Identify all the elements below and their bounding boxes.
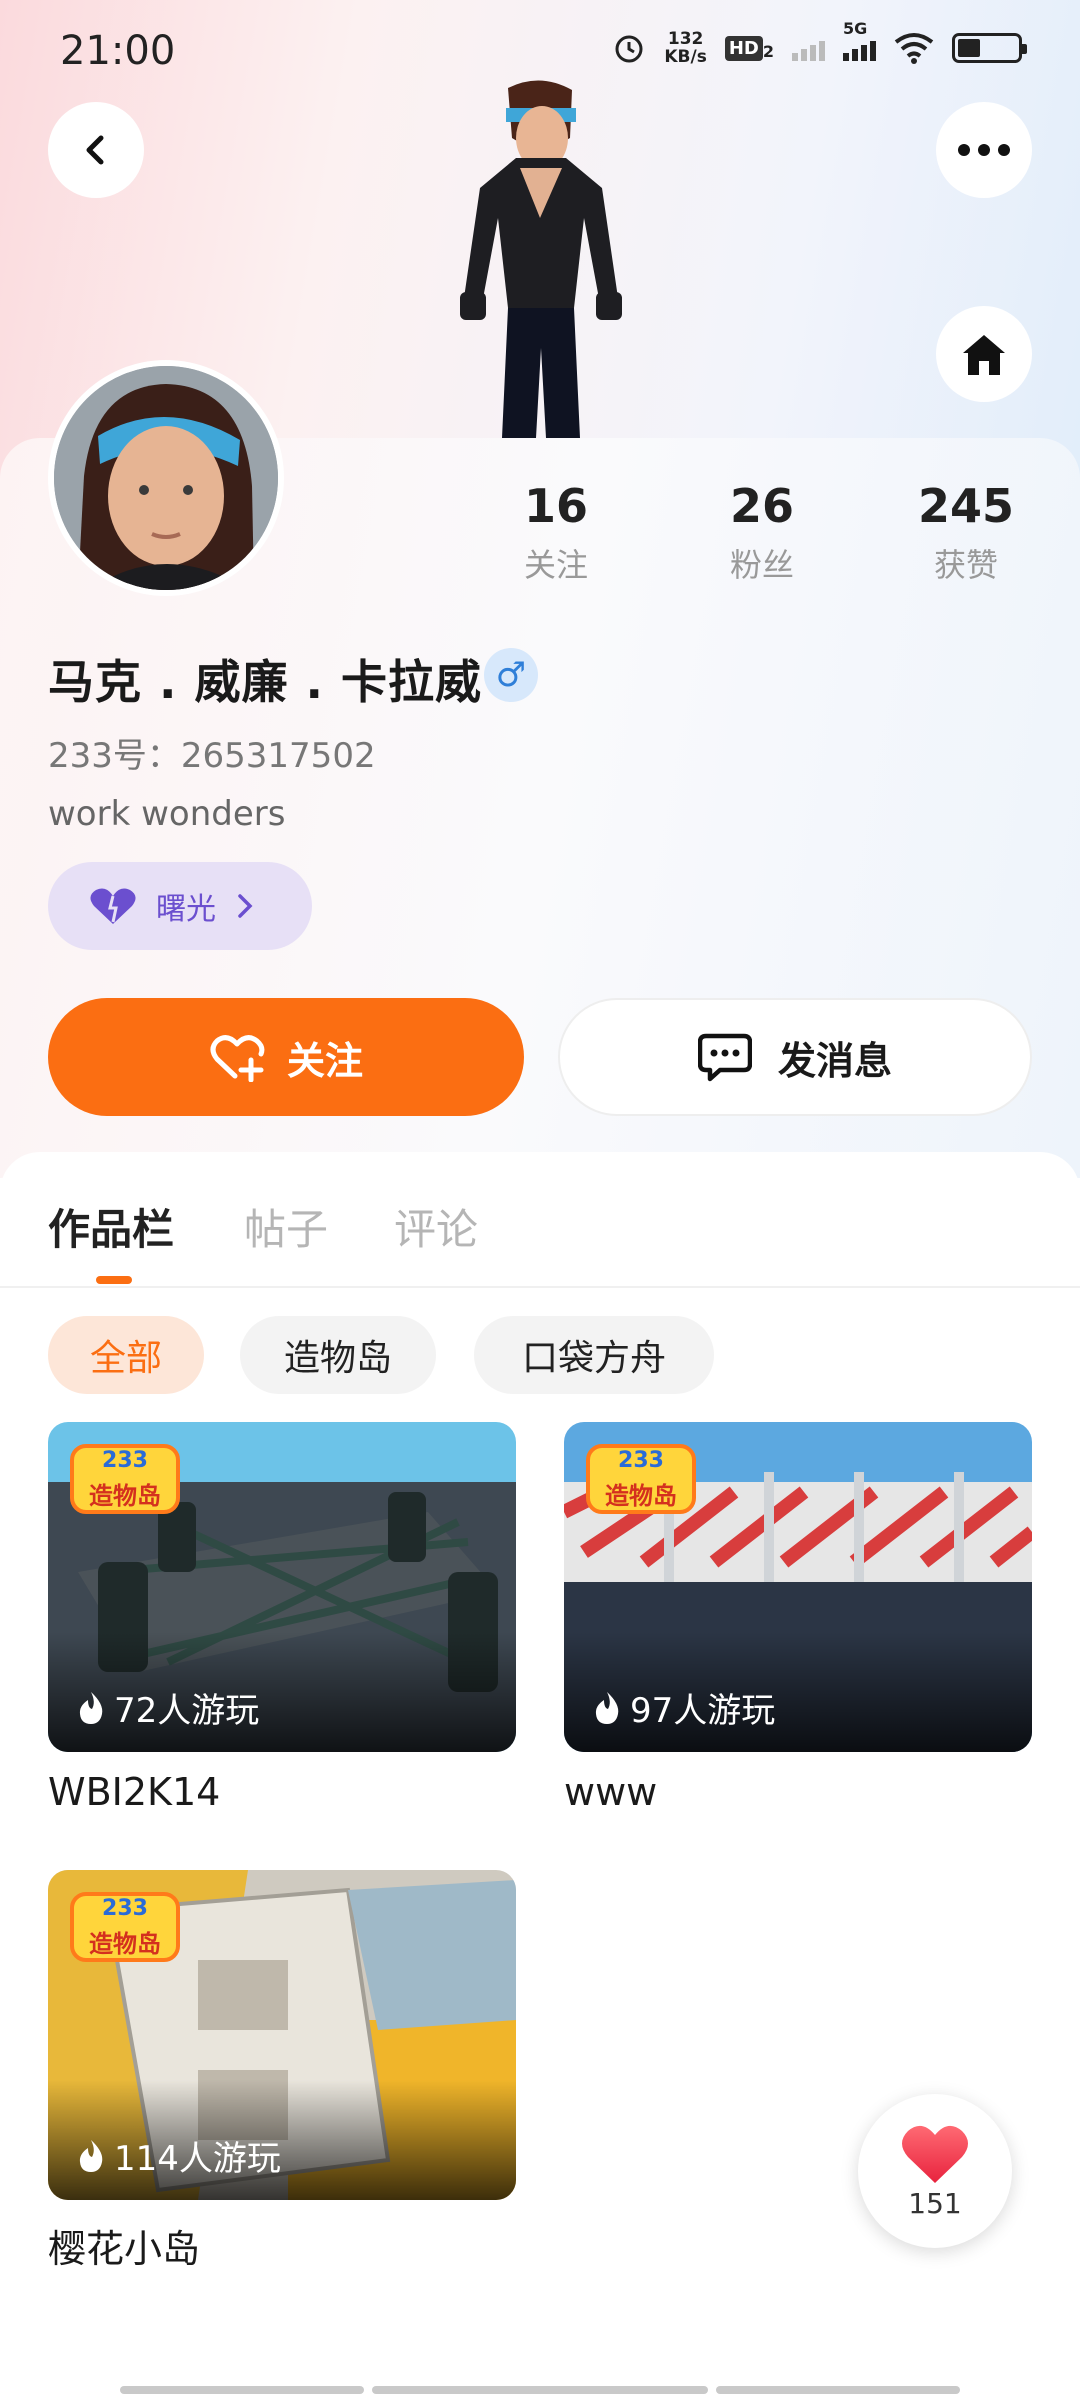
signal-icon-sim1	[792, 35, 825, 61]
send-message-button[interactable]: 发消息	[558, 998, 1032, 1116]
play-count-text: 97人游玩	[630, 1691, 776, 1731]
flame-icon	[595, 1691, 619, 1724]
avatar-portrait	[54, 366, 278, 590]
battery-icon	[952, 33, 1027, 63]
heart-plus-icon	[210, 1035, 265, 1082]
filter-chip-all[interactable]: 全部	[48, 1316, 204, 1394]
flame-icon	[79, 1691, 103, 1724]
wifi-icon	[894, 33, 934, 64]
play-count-text: 72人游玩	[114, 1691, 260, 1731]
work-card[interactable]: 233 造物岛 114人游玩 樱花小岛	[48, 1870, 516, 2273]
status-icons: 132 KB/s HD 2 5G	[612, 19, 1027, 66]
tab-works[interactable]: 作品栏	[48, 1196, 174, 1257]
back-button[interactable]	[48, 102, 144, 198]
play-count: 97人游玩	[592, 1683, 775, 1732]
network-speed: 132 KB/s	[664, 30, 706, 66]
badge-bottom: 造物岛	[605, 1482, 677, 1510]
active-tab-indicator	[96, 1276, 132, 1284]
hd-label: HD	[724, 35, 763, 61]
stat-value: 16	[523, 479, 588, 533]
filter-chip-creation-island[interactable]: 造物岛	[240, 1316, 436, 1394]
stat-value: 26	[729, 479, 794, 533]
user-bio: work wonders	[48, 794, 286, 834]
network-speed-value: 132	[667, 29, 704, 49]
tag-label: 曙光	[156, 892, 216, 927]
hd-indicator: HD 2	[724, 35, 774, 61]
stat-following[interactable]: 16 关注	[476, 478, 636, 586]
gesture-bar-left	[120, 2386, 364, 2394]
work-title: 樱花小岛	[48, 2227, 201, 2271]
filter-chip-pocket-ark[interactable]: 口袋方舟	[474, 1316, 714, 1394]
gender-badge: ♂	[484, 648, 538, 702]
tab-comments[interactable]: 评论	[394, 1196, 478, 1257]
badge-top: 233	[618, 1448, 664, 1473]
badge-bottom: 造物岛	[89, 1482, 161, 1510]
user-id: 233号：265317502	[48, 736, 376, 776]
more-dots-icon	[958, 144, 1010, 156]
profile-name: 马克 . 威廉 . 卡拉威	[48, 655, 483, 709]
stat-likes[interactable]: 245 获赞	[886, 478, 1046, 586]
network-type: 5G	[843, 19, 868, 38]
hd-sub: 2	[762, 41, 774, 61]
stat-value: 245	[917, 479, 1015, 533]
male-icon: ♂	[495, 655, 527, 695]
game-badge: 233 造物岛	[70, 1444, 180, 1514]
stat-label: 关注	[523, 546, 588, 584]
game-badge: 233 造物岛	[586, 1444, 696, 1514]
stat-followers[interactable]: 26 粉丝	[682, 478, 842, 586]
play-count: 114人游玩	[76, 2131, 281, 2180]
stat-label: 获赞	[933, 546, 998, 584]
play-count: 72人游玩	[76, 1683, 259, 1732]
work-card[interactable]: 233 造物岛 72人游玩 WBI2K14	[48, 1422, 516, 1814]
home-icon	[963, 335, 1005, 375]
like-button[interactable]: 151	[858, 2094, 1012, 2248]
stat-label: 粉丝	[729, 546, 794, 584]
work-title: WBI2K14	[48, 1770, 221, 1814]
signal-icon-5g: 5G	[843, 19, 876, 61]
flame-icon	[79, 2139, 103, 2172]
alarm-icon	[615, 35, 643, 63]
chevron-left-icon	[86, 135, 104, 165]
follow-button[interactable]: 关注	[48, 998, 524, 1116]
work-thumbnail: 233 造物岛 72人游玩	[48, 1422, 516, 1752]
profile-tabs: 作品栏 帖子 评论	[0, 1188, 1080, 1288]
status-time: 21:00	[60, 28, 176, 74]
badge-top: 233	[102, 1896, 148, 1921]
work-thumbnail: 233 造物岛 97人游玩	[564, 1422, 1032, 1752]
home-button[interactable]	[936, 306, 1032, 402]
chat-bubble-icon	[697, 1033, 752, 1082]
game-badge: 233 造物岛	[70, 1892, 180, 1962]
gesture-bar-center	[372, 2386, 708, 2394]
play-count-text: 114人游玩	[114, 2139, 281, 2179]
gesture-bar-right	[716, 2386, 960, 2394]
like-count: 151	[908, 2186, 962, 2220]
tab-posts[interactable]: 帖子	[244, 1196, 328, 1257]
heart-tag-icon	[90, 888, 136, 924]
profile-avatar[interactable]	[48, 360, 284, 596]
work-thumbnail: 233 造物岛 114人游玩	[48, 1870, 516, 2200]
more-button[interactable]	[936, 102, 1032, 198]
badge-top: 233	[102, 1448, 148, 1473]
send-message-label: 发消息	[777, 1038, 892, 1083]
follow-label: 关注	[286, 1038, 363, 1083]
badge-bottom: 造物岛	[89, 1930, 161, 1958]
heart-icon	[902, 2125, 968, 2183]
work-title: www	[564, 1770, 658, 1814]
character-avatar-figure	[460, 80, 622, 438]
chevron-right-icon	[238, 894, 253, 918]
network-speed-unit: KB/s	[664, 47, 707, 67]
tag-pill[interactable]: 曙光	[48, 862, 312, 950]
work-card[interactable]: 233 造物岛 97人游玩 www	[564, 1422, 1032, 1814]
